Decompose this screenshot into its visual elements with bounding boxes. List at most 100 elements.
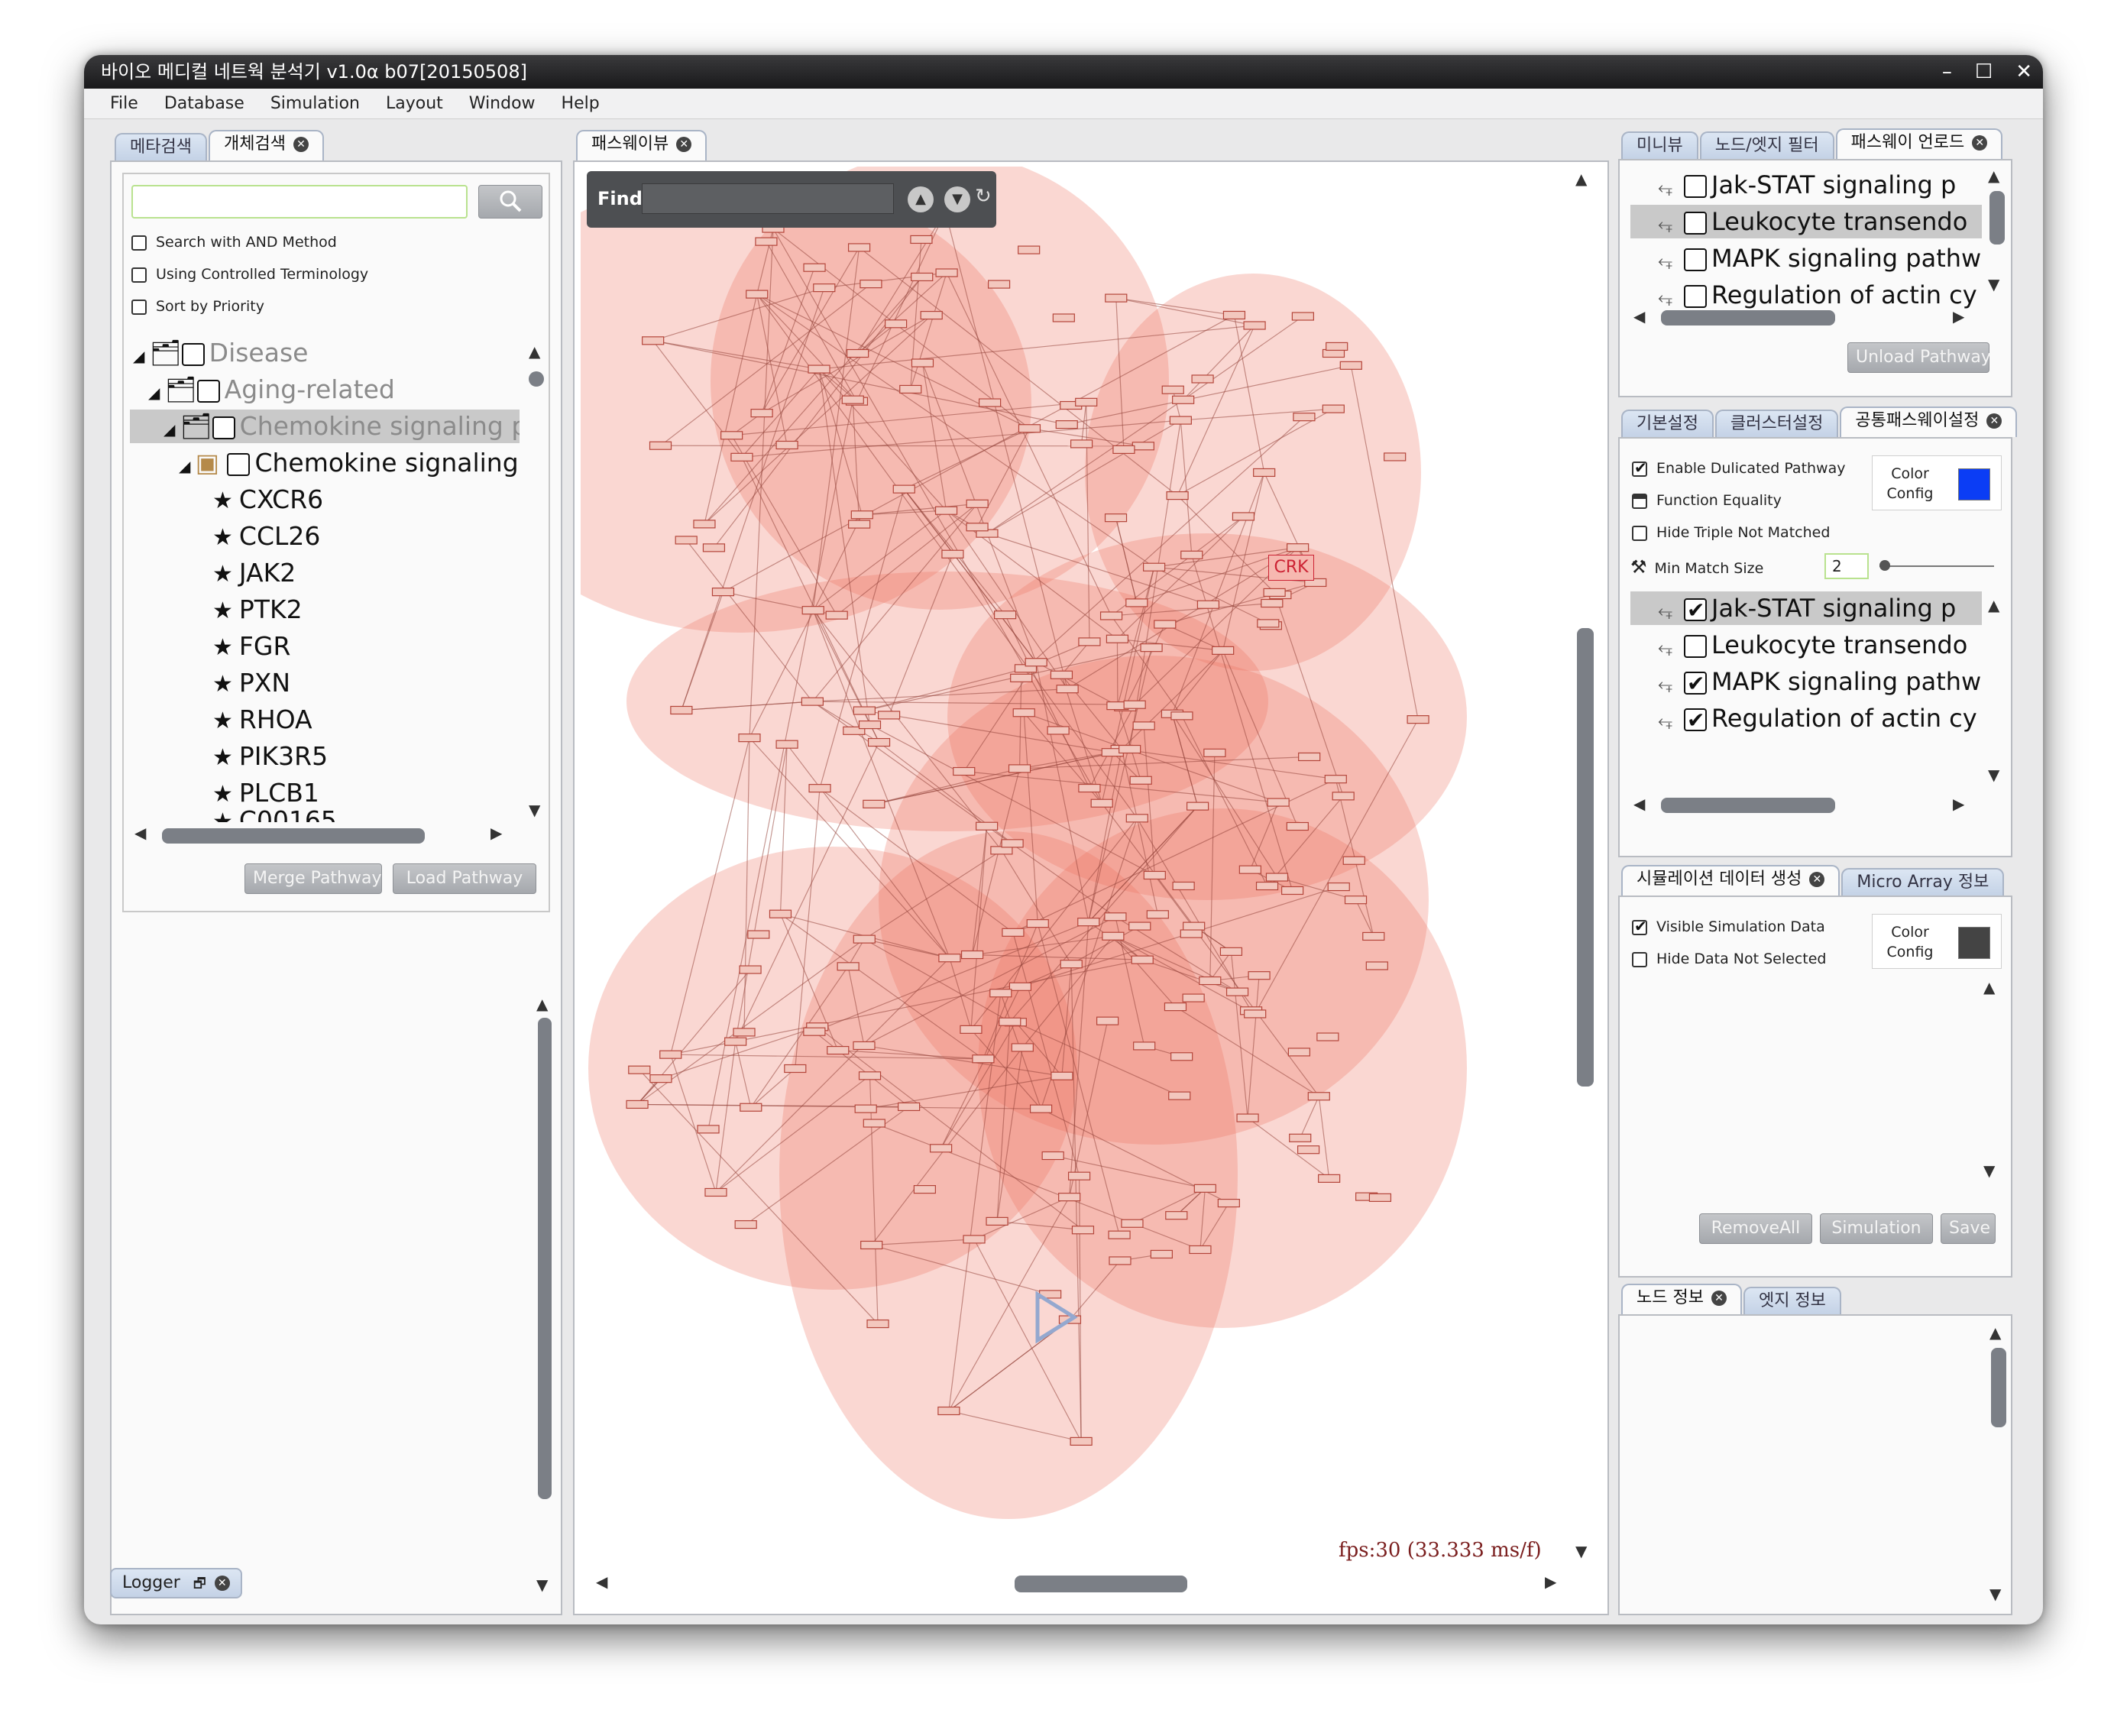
close-tab-icon[interactable]: ✕ <box>214 1576 230 1591</box>
gene-node[interactable] <box>626 1100 649 1109</box>
gene-node[interactable] <box>801 606 824 615</box>
scroll-up-icon[interactable]: ▲ <box>1988 167 1999 185</box>
slider-thumb[interactable] <box>1879 560 1890 571</box>
close-tab-icon[interactable]: ✕ <box>1809 872 1825 887</box>
gene-node[interactable] <box>884 319 908 329</box>
tree-node-chemokine-folder[interactable]: ◢ 🗂 Chemokine signaling pa <box>130 410 520 443</box>
gene-node[interactable] <box>987 280 1011 289</box>
checkbox[interactable] <box>1632 493 1647 509</box>
gene-node[interactable] <box>1132 721 1155 730</box>
gene-node[interactable] <box>1025 658 1047 667</box>
search-input[interactable] <box>131 185 468 219</box>
gene-node[interactable] <box>920 310 943 320</box>
gene-node[interactable] <box>1219 947 1243 956</box>
option-visible-simulation[interactable]: Visible Simulation Data <box>1632 917 1825 935</box>
gene-node[interactable] <box>827 1045 850 1055</box>
gene-node[interactable] <box>1150 1249 1173 1259</box>
close-icon[interactable]: ✕ <box>2015 55 2032 89</box>
gene-node[interactable] <box>929 1144 953 1153</box>
gene-node[interactable] <box>1010 673 1033 682</box>
save-button[interactable]: Save <box>1941 1213 1996 1244</box>
gene-node[interactable] <box>1244 1009 1267 1019</box>
common-pathway-item[interactable]: ⥆ MAPK signaling pathw <box>1658 665 1981 701</box>
tree-gene[interactable]: ★ CXCR6 <box>212 483 323 517</box>
scroll-right-icon[interactable]: ▶ <box>490 824 502 842</box>
gene-node[interactable] <box>1133 1041 1156 1051</box>
gene-node[interactable] <box>739 965 762 974</box>
left-vscroll-thumb[interactable] <box>538 1018 552 1499</box>
gene-node[interactable] <box>1055 420 1078 429</box>
gene-node[interactable] <box>1051 1071 1073 1080</box>
gene-node[interactable] <box>986 1216 1008 1226</box>
search-button[interactable] <box>478 185 542 219</box>
gene-node[interactable] <box>1189 1245 1212 1255</box>
close-tab-icon[interactable]: ✕ <box>1972 135 1988 151</box>
gene-node[interactable] <box>1169 416 1192 425</box>
gene-node[interactable] <box>853 1041 876 1051</box>
gene-node[interactable] <box>1368 1193 1392 1202</box>
gene-node[interactable] <box>801 697 824 706</box>
scroll-down-icon[interactable]: ▼ <box>1983 1161 1995 1180</box>
gene-node[interactable] <box>1125 598 1148 607</box>
gene-node[interactable] <box>1180 929 1203 938</box>
unload-item[interactable]: ⥆ MAPK signaling pathw <box>1658 241 1981 275</box>
gene-node[interactable] <box>1060 960 1083 969</box>
tab-basic-settings[interactable]: 기본설정 <box>1621 410 1714 437</box>
gene-node[interactable] <box>1291 312 1314 321</box>
gene-node[interactable] <box>1407 715 1429 724</box>
gene-node[interactable] <box>841 395 864 404</box>
common-pathway-item[interactable]: ⥆ Leukocyte transendo <box>1658 628 1967 662</box>
checkbox[interactable] <box>1632 458 1647 477</box>
gene-node[interactable] <box>911 358 934 368</box>
gene-node[interactable] <box>1332 792 1355 801</box>
option-hide-not-selected[interactable]: Hide Data Not Selected <box>1632 951 1826 967</box>
gene-node[interactable] <box>1161 385 1184 394</box>
node-info-vscroll-thumb[interactable] <box>1991 1348 2006 1427</box>
gene-node[interactable] <box>938 954 961 963</box>
merge-pathway-button[interactable]: Merge Pathway <box>244 863 382 894</box>
gene-node[interactable] <box>784 1064 807 1074</box>
gene-node[interactable] <box>1293 413 1316 422</box>
option-and-method[interactable]: Search with AND Method <box>131 234 337 251</box>
unload-pathway-button[interactable]: Unload Pathway <box>1847 342 1991 373</box>
gene-node[interactable] <box>1267 798 1290 807</box>
gene-node[interactable] <box>1067 1171 1091 1181</box>
scroll-up-icon[interactable]: ▲ <box>1988 596 1999 614</box>
gene-node[interactable] <box>813 283 836 293</box>
tree-gene[interactable]: ★ PXN <box>212 666 290 700</box>
gene-node[interactable] <box>1108 1230 1131 1239</box>
gene-node[interactable] <box>976 821 999 831</box>
close-tab-icon[interactable]: ✕ <box>676 137 692 152</box>
gene-node[interactable] <box>1212 646 1235 655</box>
gene-node[interactable] <box>1128 921 1151 931</box>
checkbox[interactable] <box>1684 704 1707 737</box>
scroll-up-icon[interactable]: ▲ <box>1575 170 1587 188</box>
center-vscroll-thumb[interactable] <box>1577 628 1594 1087</box>
gene-node[interactable] <box>738 734 761 743</box>
gene-node[interactable] <box>1193 1184 1216 1193</box>
close-tab-icon[interactable]: ✕ <box>293 137 309 152</box>
tab-micro-array[interactable]: Micro Array 정보 <box>1841 868 2005 896</box>
gene-node[interactable] <box>755 237 778 246</box>
gene-node[interactable] <box>1047 726 1070 735</box>
gene-node[interactable] <box>808 364 830 374</box>
checkbox[interactable] <box>1684 248 1707 271</box>
play-icon[interactable] <box>1034 1291 1079 1344</box>
scroll-down-icon[interactable]: ▼ <box>1988 766 1999 784</box>
option-hide-triple[interactable]: Hide Triple Not Matched <box>1632 524 1830 541</box>
gene-node[interactable] <box>847 348 869 358</box>
gene-node[interactable] <box>1322 404 1345 413</box>
gene-node[interactable] <box>1196 600 1220 609</box>
scroll-left-icon[interactable]: ◀ <box>134 824 146 842</box>
color-config-box[interactable]: Color Config <box>1872 455 2002 510</box>
tab-common-pathway-settings[interactable]: 공통패스웨이설정 ✕ <box>1840 406 2018 437</box>
gene-node[interactable] <box>1090 798 1113 808</box>
color-config-box[interactable]: Color Config <box>1872 914 2002 969</box>
gene-node[interactable] <box>733 1028 756 1037</box>
gene-node[interactable] <box>1143 870 1166 880</box>
gene-node[interactable] <box>1339 361 1362 370</box>
gene-node[interactable] <box>747 930 770 939</box>
gene-node[interactable] <box>1365 961 1388 970</box>
gene-node[interactable] <box>1222 310 1246 320</box>
gene-node[interactable] <box>740 1103 762 1112</box>
